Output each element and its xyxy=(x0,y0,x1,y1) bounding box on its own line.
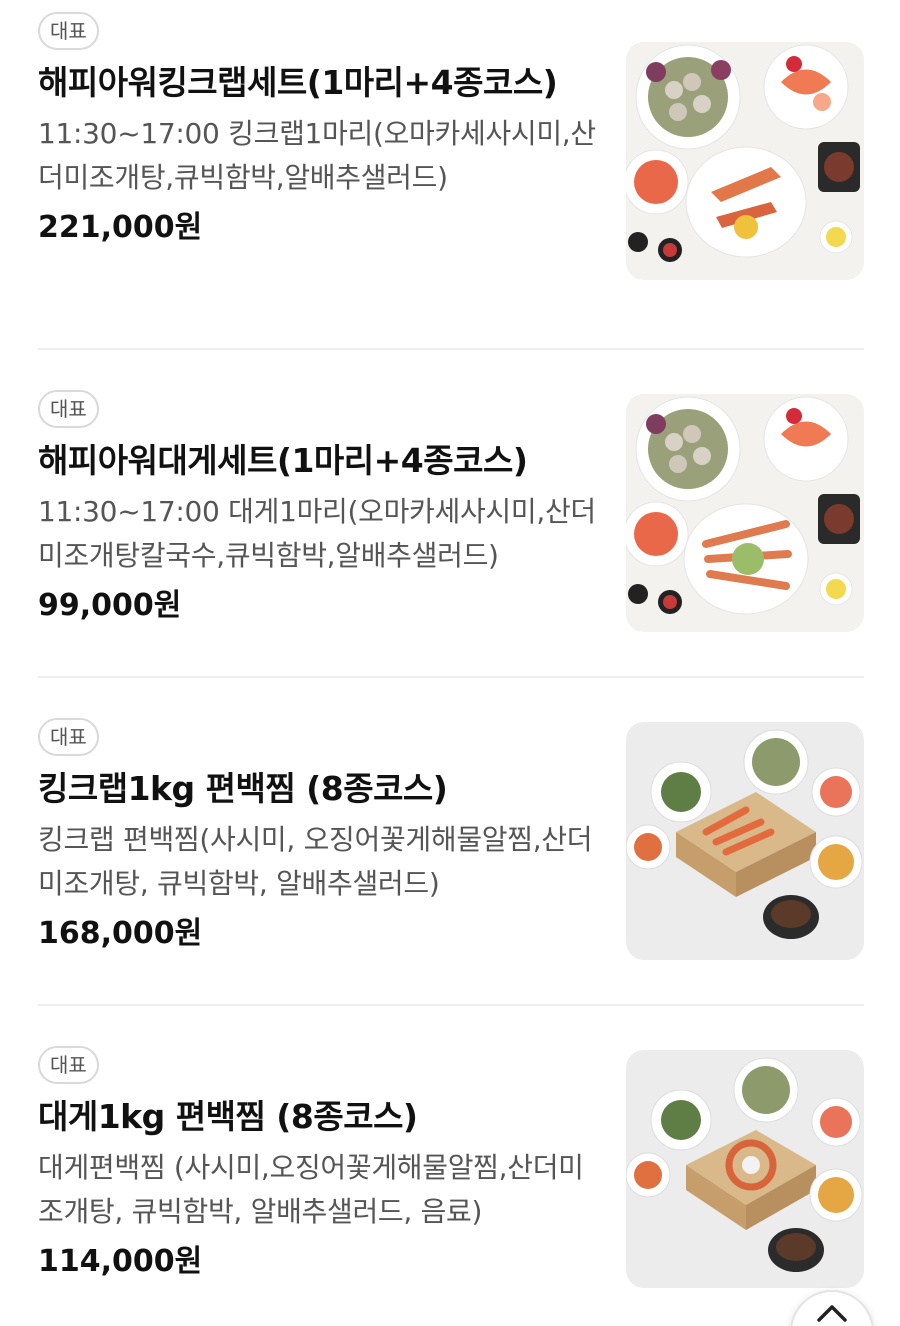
item-divider xyxy=(38,348,864,350)
menu-item-price: 114,000원 xyxy=(38,1244,203,1279)
platter-illustration xyxy=(626,42,864,280)
menu-list: 대표 해피아워킹크랩세트(1마리+4종코스) 11:30~17:00 킹크랩1마… xyxy=(0,0,900,1326)
representative-badge: 대표 xyxy=(38,718,99,756)
menu-item-text: 대표 해피아워킹크랩세트(1마리+4종코스) 11:30~17:00 킹크랩1마… xyxy=(38,12,598,250)
menu-item-title: 해피아워킹크랩세트(1마리+4종코스) xyxy=(38,63,558,102)
menu-item-description: 11:30~17:00 킹크랩1마리(오마카세사시미,산더미조개탕,큐빅함박,알… xyxy=(38,117,596,194)
menu-item-description: 킹크랩 편백찜(사시미, 오징어꽃게해물알찜,산더미조개탕, 큐빅함박, 알배추… xyxy=(38,823,593,900)
menu-item-price: 221,000원 xyxy=(38,210,203,245)
item-divider xyxy=(38,676,864,678)
steamer-box-image xyxy=(626,722,864,960)
menu-item-title: 대게1kg 편백찜 (8종코스) xyxy=(38,1097,418,1136)
menu-item-price: 99,000원 xyxy=(38,588,182,623)
menu-item-title: 해피아워대게세트(1마리+4종코스) xyxy=(38,441,528,480)
menu-item-king-crab-steamer[interactable]: 대표 킹크랩1kg 편백찜 (8종코스) 킹크랩 편백찜(사시미, 오징어꽃게해… xyxy=(0,706,900,1033)
menu-item-text: 대표 대게1kg 편백찜 (8종코스) 대게편백찜 (사시미,오징어꽃게해물알찜… xyxy=(38,1046,598,1284)
menu-item-snow-crab-steamer[interactable]: 대표 대게1kg 편백찜 (8종코스) 대게편백찜 (사시미,오징어꽃게해물알찜… xyxy=(0,1034,900,1326)
platter-illustration xyxy=(626,394,864,632)
menu-item-text: 대표 해피아워대게세트(1마리+4종코스) 11:30~17:00 대게1마리(… xyxy=(38,390,598,628)
representative-badge: 대표 xyxy=(38,12,99,50)
steamer-box-image xyxy=(626,1050,864,1288)
representative-badge: 대표 xyxy=(38,390,99,428)
arrow-up-icon xyxy=(817,1305,847,1322)
menu-item-description: 11:30~17:00 대게1마리(오마카세사시미,산더미조개탕칼국수,큐빅함박… xyxy=(38,495,596,572)
steamer-illustration xyxy=(626,1050,864,1288)
menu-item-title: 킹크랩1kg 편백찜 (8종코스) xyxy=(38,769,448,808)
menu-item-description: 대게편백찜 (사시미,오징어꽃게해물알찜,산더미조개탕, 큐빅함박, 알배추샐러… xyxy=(38,1151,584,1228)
steamer-illustration xyxy=(626,722,864,960)
seafood-platter-image xyxy=(626,394,864,632)
item-divider xyxy=(38,1004,864,1006)
menu-item-snow-crab-set[interactable]: 대표 해피아워대게세트(1마리+4종코스) 11:30~17:00 대게1마리(… xyxy=(0,378,900,705)
representative-badge: 대표 xyxy=(38,1046,99,1084)
menu-item-text: 대표 킹크랩1kg 편백찜 (8종코스) 킹크랩 편백찜(사시미, 오징어꽃게해… xyxy=(38,718,598,956)
seafood-platter-image xyxy=(626,42,864,280)
menu-item-king-crab-set[interactable]: 대표 해피아워킹크랩세트(1마리+4종코스) 11:30~17:00 킹크랩1마… xyxy=(0,0,900,327)
menu-item-price: 168,000원 xyxy=(38,916,203,951)
